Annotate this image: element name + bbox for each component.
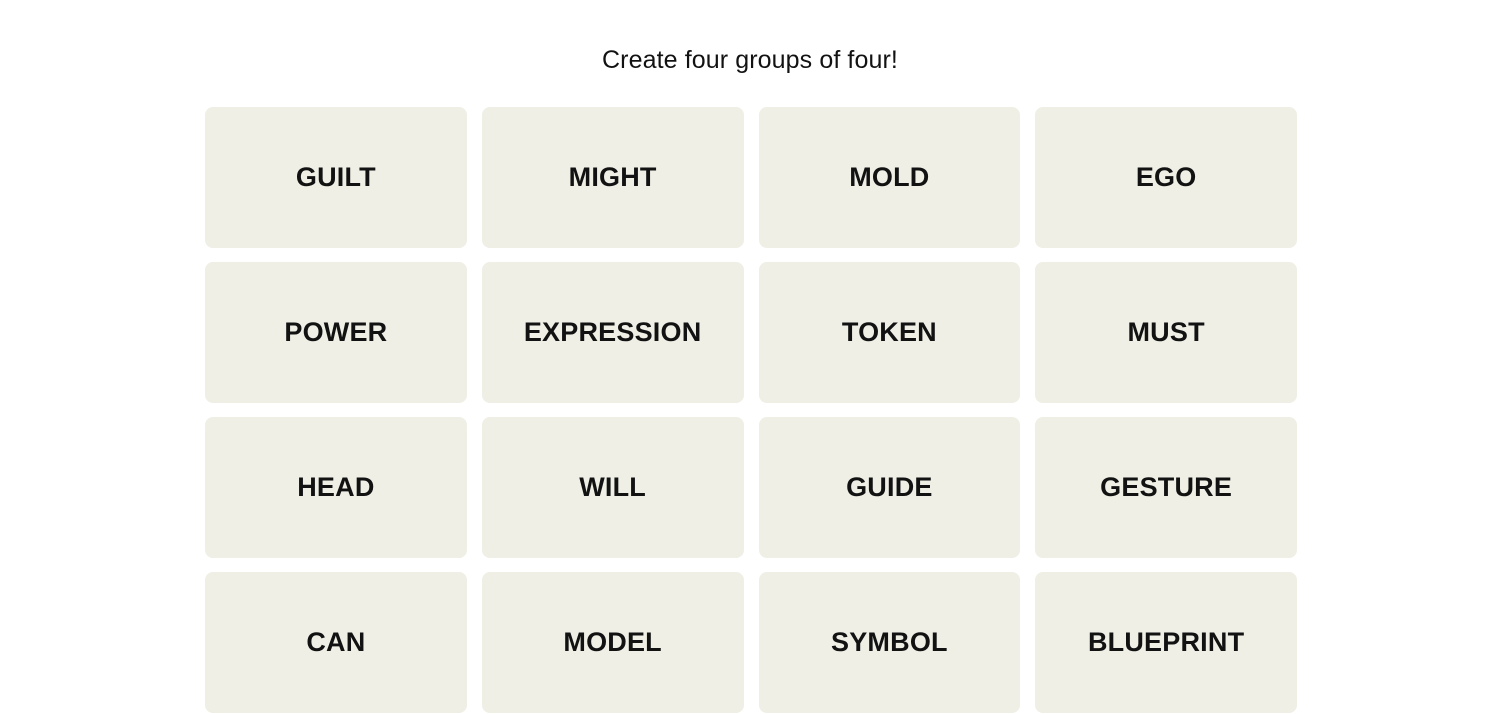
connections-game-page: Create four groups of four! GUILT MIGHT MO… [0,0,1500,714]
word-tile-label: HEAD [297,472,375,502]
word-tile-label: TOKEN [841,317,937,347]
word-tile[interactable]: MOLD [758,107,1021,248]
word-tile-label: GESTURE [1100,472,1233,502]
word-tile[interactable]: GUIDE [758,417,1021,558]
word-tile[interactable]: POWER [205,262,467,403]
instruction-bar: Create four groups of four! [0,0,1500,107]
word-tile[interactable]: GESTURE [1035,417,1297,558]
word-tile[interactable]: BLUEPRINT [1035,572,1297,713]
word-tile[interactable]: EXPRESSION [481,262,744,403]
word-tile[interactable]: SYMBOL [758,572,1021,713]
word-tile-label: POWER [284,317,388,347]
word-tile-label: SYMBOL [831,627,948,657]
page-title: Create four groups of four! [602,46,898,74]
tile-grid: GUILT MIGHT MOLD EGO POWER EXPRESSION TOKEN MUS… [205,107,1297,713]
word-tile[interactable]: MUST [1035,262,1297,403]
word-tile-label: EGO [1135,162,1197,192]
word-tile[interactable]: HEAD [205,417,467,558]
word-tile-label: MODEL [563,627,662,657]
word-tile-label: CAN [306,627,366,657]
word-tile-label: WILL [579,472,647,502]
puzzle-board: GUILT MIGHT MOLD EGO POWER EXPRESSION TOKEN MUS… [205,107,1297,714]
word-tile[interactable]: WILL [481,417,744,558]
word-tile[interactable]: MODEL [481,572,744,713]
word-tile[interactable]: GUILT [205,107,467,248]
word-tile[interactable]: EGO [1035,107,1297,248]
word-tile[interactable]: TOKEN [758,262,1021,403]
word-tile-label: GUIDE [846,472,933,502]
word-tile-label: MUST [1127,317,1205,347]
word-tile[interactable]: MIGHT [481,107,744,248]
word-tile-label: EXPRESSION [523,317,702,347]
word-tile-label: GUILT [295,162,376,192]
word-tile-label: MIGHT [568,162,657,192]
word-tile-label: BLUEPRINT [1087,627,1245,657]
word-tile-label: MOLD [849,162,930,192]
word-tile[interactable]: CAN [205,572,467,713]
